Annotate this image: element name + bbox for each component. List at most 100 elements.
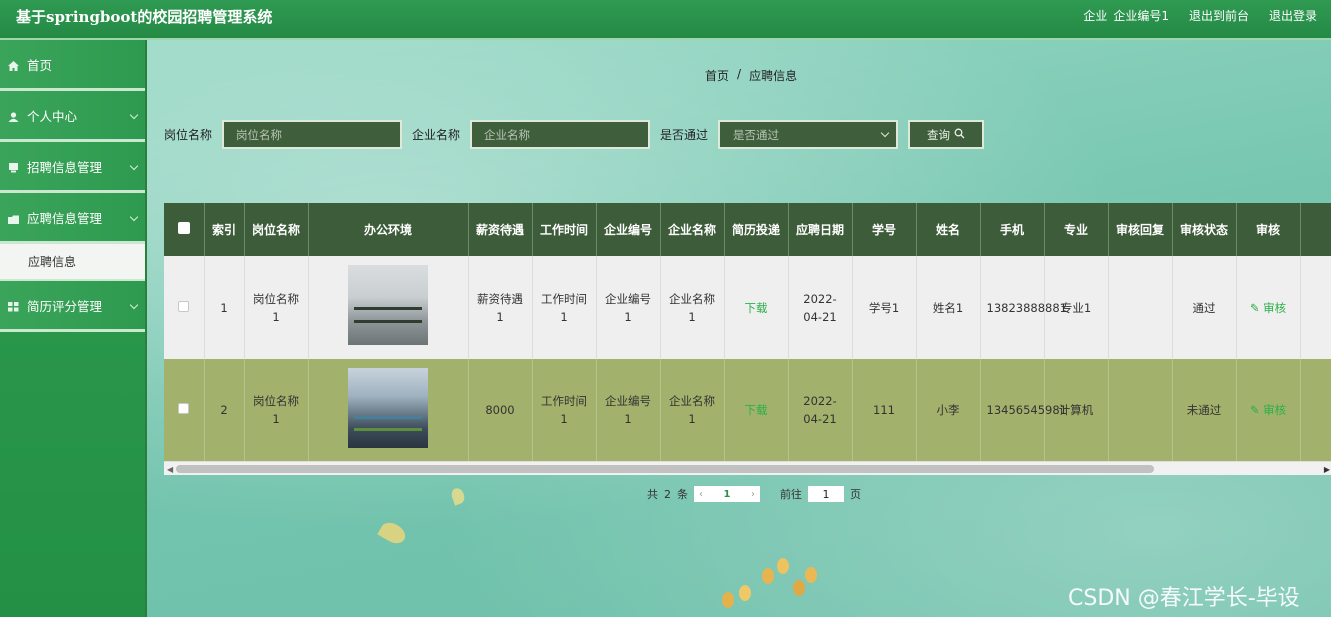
breadcrumb-home[interactable]: 首页 (705, 67, 729, 84)
chevron-down-icon (880, 128, 890, 138)
cell-resume: 下载 (724, 359, 789, 461)
cell-status: 通过 (1172, 256, 1237, 359)
query-button[interactable]: 查询 (908, 120, 985, 149)
sidebar-item-recruit-management[interactable]: 招聘信息管理 (0, 142, 145, 193)
audit-link[interactable]: ✎ 审核 (1250, 301, 1286, 315)
cell-company-name: 企业名称1 (660, 256, 725, 359)
column-header: 企业名称 (660, 203, 725, 256)
chevron-down-icon (129, 161, 139, 171)
cell-reply (1108, 359, 1173, 461)
select-all-checkbox[interactable] (177, 221, 190, 234)
job-name-input[interactable] (222, 120, 403, 149)
breadcrumb-current: 应聘信息 (749, 69, 798, 83)
decor-grain (777, 558, 789, 574)
pass-status-placeholder: 是否通过 (733, 127, 780, 142)
cell-office-photo (308, 359, 469, 461)
row-checkbox[interactable] (178, 403, 190, 414)
next-page-icon[interactable]: › (751, 489, 755, 500)
sidebar-item-application-management[interactable]: 应聘信息管理 (0, 193, 145, 244)
cell-student-no: 111 (852, 359, 917, 461)
sidebar-subitem-application-info[interactable]: 应聘信息 (0, 244, 145, 281)
table-horizontal-scrollbar[interactable]: ◀ ▶ (164, 461, 1331, 475)
cell-extra (1300, 256, 1331, 359)
column-header: 岗位名称 (244, 203, 309, 256)
cell-date: 2022-04-21 (788, 256, 853, 359)
cell-office-photo (308, 256, 469, 359)
chevron-down-icon (129, 300, 139, 310)
column-header: 审核 (1236, 203, 1301, 256)
decor-leaf (449, 486, 467, 506)
table-row[interactable]: 1 岗位名称1 薪资待遇1 工作时间1 企业编号1 企业名称1 下载 2022-… (164, 256, 1331, 359)
sidebar: 首页 个人中心 招聘信息管理 应聘信息管理 应聘信息 简历评分管理 (0, 40, 147, 617)
breadcrumb: 首页 / 应聘信息 (705, 67, 797, 84)
column-header: 工作时间 (532, 203, 597, 256)
office-photo[interactable] (348, 265, 428, 345)
scrollbar-thumb[interactable] (176, 465, 1154, 473)
column-header: 学号 (852, 203, 917, 256)
goto-page-input[interactable] (808, 486, 844, 502)
user-name: 企业编号1 (1113, 9, 1169, 23)
cell-name: 姓名1 (916, 256, 981, 359)
sidebar-item-home[interactable]: 首页 (0, 40, 145, 91)
column-header: 薪资待遇 (468, 203, 533, 256)
sidebar-item-label: 招聘信息管理 (27, 159, 103, 175)
office-photo[interactable] (348, 367, 428, 448)
edit-icon: ✎ (1249, 403, 1260, 417)
current-page-number[interactable]: 1 (724, 489, 731, 500)
scroll-right-icon[interactable]: ▶ (1324, 465, 1330, 474)
resume-download-link[interactable]: 下载 (745, 403, 768, 417)
user-role: 企业 (1083, 9, 1108, 23)
logout-link[interactable]: 退出登录 (1269, 7, 1317, 24)
row-checkbox[interactable] (178, 300, 190, 312)
column-header: 专业 (1044, 203, 1109, 256)
back-to-front-link[interactable]: 退出到前台 (1189, 7, 1249, 24)
cell-status: 未通过 (1172, 359, 1237, 461)
cell-work-time: 工作时间1 (532, 256, 597, 359)
sidebar-item-personal-center[interactable]: 个人中心 (0, 91, 145, 142)
query-button-label: 查询 (927, 127, 951, 142)
photo-detail (354, 415, 422, 419)
cell-student-no: 学号1 (852, 256, 917, 359)
audit-link-label: 审核 (1263, 403, 1287, 417)
cell-work-time: 工作时间1 (532, 359, 597, 461)
total-count: 2 (664, 487, 671, 501)
pass-status-select[interactable]: 是否通过 (718, 120, 899, 149)
photo-detail (354, 427, 422, 431)
page-navigator: ‹ 1 › (694, 486, 760, 502)
total-prefix: 共 (647, 488, 658, 501)
application-table: 索引 岗位名称 办公环境 薪资待遇 工作时间 企业编号 企业名称 简历投递 应聘… (164, 203, 1331, 477)
search-icon (954, 128, 965, 142)
scroll-left-icon[interactable]: ◀ (167, 465, 173, 474)
cell-resume: 下载 (724, 256, 789, 359)
sidebar-item-resume-score[interactable]: 简历评分管理 (0, 281, 145, 332)
sidebar-item-label: 个人中心 (27, 108, 78, 124)
chevron-down-icon (129, 212, 139, 222)
cell-job-name: 岗位名称1 (244, 359, 309, 461)
audit-link[interactable]: ✎ 审核 (1250, 403, 1286, 417)
table-row[interactable]: 2 岗位名称1 8000 工作时间1 企业编号1 企业名称1 下载 2022-0… (164, 359, 1331, 461)
resume-download-link[interactable]: 下载 (745, 301, 768, 315)
total-suffix: 条 (677, 488, 688, 501)
goto-label: 前往 (780, 488, 802, 501)
column-header: 手机 (980, 203, 1045, 256)
cell-company-no: 企业编号1 (596, 256, 661, 359)
column-header: 办公环境 (308, 203, 469, 256)
select-all-cell (164, 203, 205, 256)
cell-reply (1108, 256, 1173, 359)
company-name-input[interactable] (470, 120, 651, 149)
decor-grain (793, 580, 805, 596)
decor-grain (805, 567, 817, 583)
prev-page-icon[interactable]: ‹ (699, 489, 703, 500)
photo-detail (354, 307, 422, 310)
cell-index: 1 (204, 256, 245, 359)
main-content: 首页 / 应聘信息 岗位名称 企业名称 是否通过 是否通过 查询 (147, 40, 1331, 617)
row-select-cell (164, 256, 205, 359)
goto-suffix: 页 (850, 488, 861, 501)
column-header: 索引 (204, 203, 245, 256)
decor-grain (762, 568, 774, 584)
cell-date: 2022-04-21 (788, 359, 853, 461)
document-icon (8, 161, 19, 173)
cell-salary: 薪资待遇1 (468, 256, 533, 359)
column-header: 简历投递 (724, 203, 789, 256)
company-name-label: 企业名称 (412, 128, 461, 142)
